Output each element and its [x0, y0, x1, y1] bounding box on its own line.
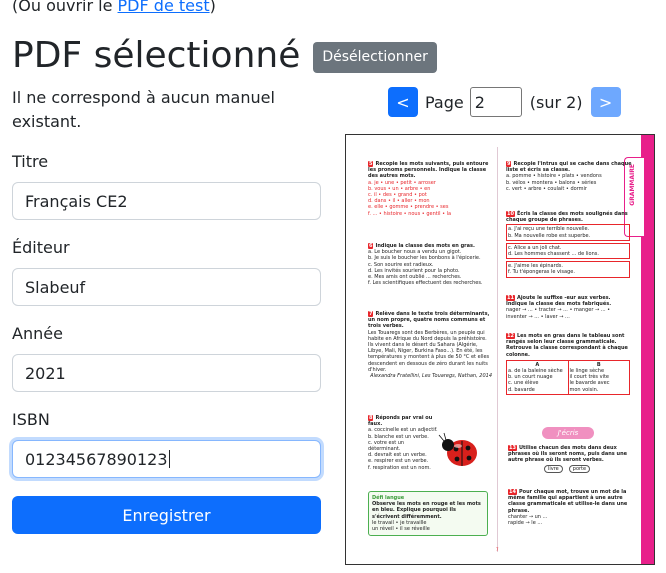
pdf-ex10-title: Écris la classe des mots soulignés dans …	[506, 211, 628, 224]
pdf-ex10-box: e. J'aime les épinards. f. Tu t'épongera…	[506, 261, 630, 278]
pdf-ex10-line: f. Tu t'épongeras le visage.	[508, 269, 575, 276]
pdf-ex10-line: b. Ma nouvelle robe est superbe.	[508, 232, 591, 239]
pdf-ex13-word: livre	[544, 464, 563, 473]
page-number-value: 2	[474, 92, 485, 112]
next-page-button[interactable]: >	[590, 87, 621, 117]
pdf-ex12-title: Les mots en gras dans le tableau sont ra…	[506, 333, 628, 358]
pdf-defi-box: Défi langue Observe les mots en rouge et…	[368, 491, 488, 537]
pdf-ex7-source: Alexandra Fratellini, Les Touaregs, Nath…	[370, 373, 492, 380]
pdf-ex10-box: c. Alice a un joli chat. d. Les hommes c…	[506, 242, 630, 260]
open-suffix: )	[209, 0, 216, 15]
page-number-input[interactable]: 2	[469, 87, 522, 117]
isbn-input-value: 01234567890123	[25, 449, 168, 469]
open-prefix: (Ou ouvrir le	[12, 0, 118, 15]
pdf-ex13-title: Utilise chacun des mots dans deux phrase…	[508, 445, 628, 464]
pdf-exercise-10: 10 Écris la classe des mots soulignés dan…	[506, 211, 630, 278]
pdf-ex14-title: Pour chaque mot, trouve un mot de la mêm…	[508, 489, 628, 514]
pdf-ex7-text: Les Touaregs sont des Berbères, un peupl…	[368, 329, 490, 373]
publisher-label: Éditeur	[12, 238, 70, 257]
year-label: Année	[12, 324, 63, 343]
page-word: Page	[425, 92, 464, 112]
test-pdf-link[interactable]: PDF de test	[118, 0, 210, 15]
pdf-ex13-word: porte	[568, 464, 591, 473]
pdf-exercise-11: 11 Ajoute le suffixe -eur aux verbes. Ind…	[506, 295, 630, 320]
pdf-defi-text: Observe les mots en rouge et les mots en…	[372, 501, 481, 520]
pdf-ex6-line: b. Je suis le boucher les bonbons à l'ép…	[368, 255, 481, 262]
ladybug-illustration	[438, 432, 477, 466]
metadata-form: Il ne correspond à aucun manuel existant…	[12, 86, 321, 534]
no-match-note: Il ne correspond à aucun manuel existant…	[12, 88, 275, 131]
pdf-exercise-5: 5 Recopie les mots suivants, puis entoure…	[368, 161, 492, 217]
pdf-ex8-line: e. respirer est un verbe.	[368, 458, 429, 465]
publisher-input-value: Slabeuf	[25, 277, 86, 297]
pdf-exercise-9: 9 Recopie l'intrus qui se cache dans chaq…	[506, 161, 634, 192]
page-total: (sur 2)	[529, 92, 583, 112]
pdf-ex8-line: a. coccinelle est un adjectif.	[368, 427, 438, 434]
pdf-ex11-title: Ajoute le suffixe -eur aux verbes. Indiq…	[506, 295, 612, 308]
pdf-ex10-box: a. J'ai reçu une terrible nouvelle. b. M…	[506, 224, 630, 241]
pdf-ex6-line: f. Les scientifiques effectuent des rech…	[368, 280, 483, 287]
pdf-ex9-line: c. vert • arbre • coulait • dormir	[506, 185, 587, 192]
pdf-ex12-cell: mon voisin.	[569, 386, 599, 393]
pdf-ex7-title: Relève dans le texte trois déterminants,…	[368, 311, 490, 330]
pdf-ex9-title: Recopie l'intrus qui se cache dans chaqu…	[506, 161, 632, 174]
pdf-ex5-line: f. ... • histoire • nous • gentil • la	[368, 210, 452, 217]
pdf-ex10-line: d. Les hommes chassent ... de lions.	[508, 251, 599, 258]
pdf-exercise-12: 12 Les mots en gras dans le tableau sont …	[506, 333, 630, 395]
pdf-ex12-cell: d. bavarde	[508, 386, 535, 393]
pdf-ex8-line: c. votre est un déterminant.	[368, 439, 405, 453]
pdf-exercise-14: 14 Pour chaque mot, trouve un mot de la m…	[508, 489, 632, 526]
publisher-input[interactable]: Slabeuf	[12, 268, 321, 306]
pdf-ex12-table: A a. de la baleine sèche b. un court nua…	[506, 359, 630, 395]
isbn-input[interactable]: 01234567890123	[12, 440, 321, 478]
isbn-label: ISBN	[12, 410, 50, 429]
text-caret	[168, 450, 170, 468]
previous-page-button[interactable]: <	[388, 87, 418, 117]
pdf-ex8-line: f. respiration est un nom.	[368, 464, 431, 471]
pdf-defi-line: un réveil • il se réveille	[372, 526, 430, 533]
pdf-exercise-7: 7 Relève dans le texte trois déterminants…	[368, 311, 492, 379]
pdf-exercise-8: 8 Réponds par vrai ou faux. a. coccinelle…	[368, 415, 438, 471]
title-input[interactable]: Français CE2	[12, 182, 321, 220]
open-test-pdf-line: (Ou ouvrir le PDF de test)	[12, 0, 216, 18]
pdf-ex13-words: livre porte	[508, 464, 632, 473]
title-row: PDF sélectionné Désélectionner	[12, 34, 437, 78]
pdf-ex14-line: rapide → le ...	[508, 520, 543, 527]
page-title: PDF sélectionné	[12, 35, 301, 76]
pdf-ex8-title: Réponds par vrai ou faux.	[368, 415, 433, 428]
deselect-button[interactable]: Désélectionner	[313, 41, 437, 73]
pdf-ex5-title: Recopie les mots suivants, puis entoure …	[368, 161, 489, 180]
pdf-ex11-text: nager → ... • tracter → ... • manger → .…	[506, 307, 611, 320]
pdf-ex12-column-b: B le linge sèche il court très vite le b…	[569, 361, 630, 394]
pdf-page-number: 7	[496, 547, 499, 552]
pdf-exercise-6: 6 Indique la classe des mots en gras. a. …	[368, 243, 492, 286]
pdf-ex6-title: Indique la classe des mots en gras.	[375, 243, 475, 249]
save-button[interactable]: Enregistrer	[12, 496, 321, 534]
pdf-preview[interactable]: GRAMMAIRE 5 Recopie les mots suivants, pu…	[345, 134, 655, 565]
year-input[interactable]: 2021	[12, 354, 321, 392]
pdf-ex12-column-a: A a. de la baleine sèche b. un court nua…	[507, 360, 569, 394]
pdf-ex8-line: b. blanche est un verbe.	[368, 433, 429, 440]
title-input-value: Français CE2	[25, 191, 128, 211]
pdf-exercise-13: 13 Utilise chacun des mots dans deux phra…	[508, 445, 632, 473]
title-label: Titre	[12, 152, 49, 171]
pdf-write-banner: J'écris	[542, 427, 594, 439]
year-input-value: 2021	[25, 363, 66, 383]
page-navigator: < Page 2 (sur 2) >	[388, 86, 621, 118]
pdf-column-divider	[497, 147, 498, 552]
